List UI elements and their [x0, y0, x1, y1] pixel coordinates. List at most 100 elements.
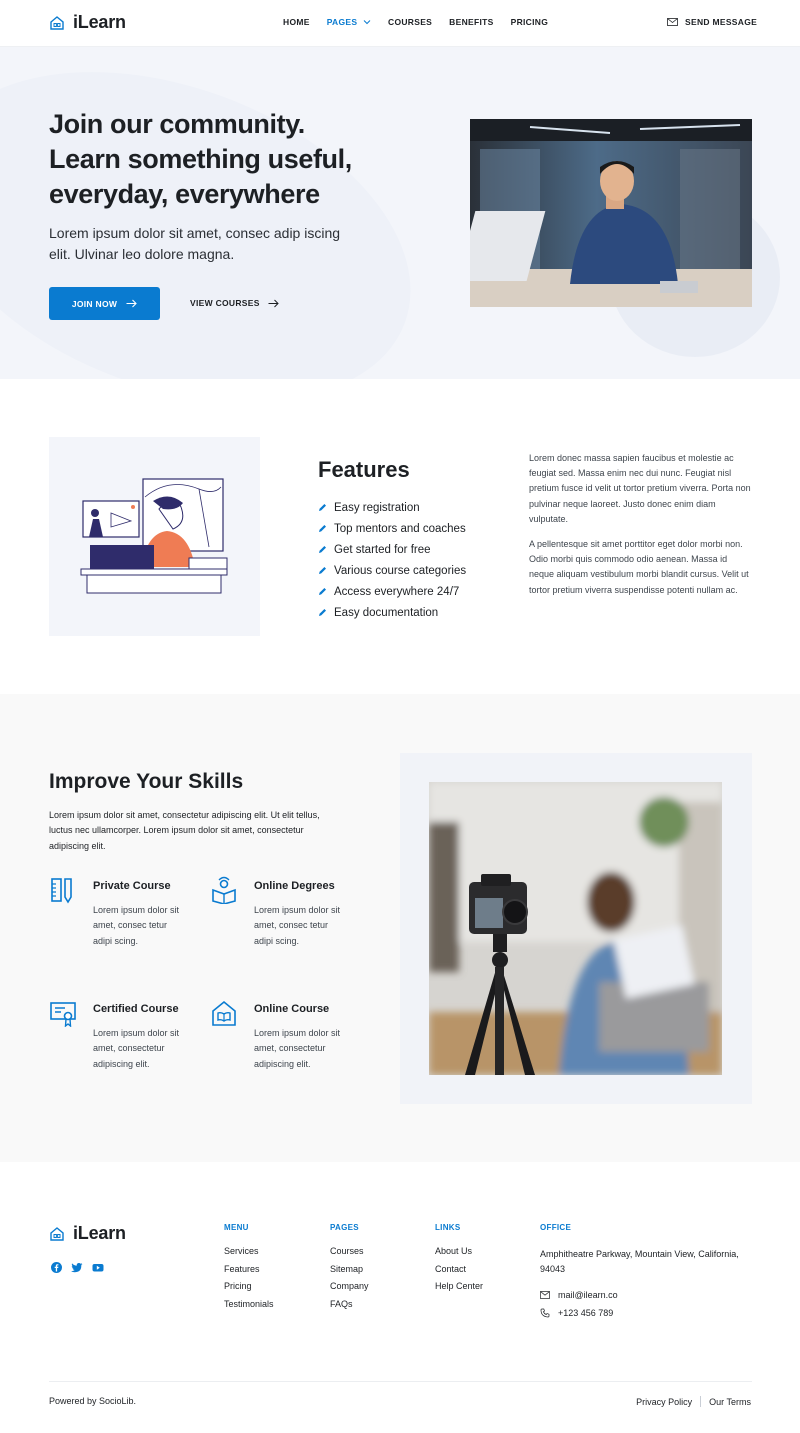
footer-link[interactable]: Testimonials: [224, 1299, 274, 1317]
footer-link[interactable]: Sitemap: [330, 1264, 369, 1282]
twitter-icon[interactable]: [71, 1262, 83, 1273]
feature-item: Various course categories: [318, 560, 466, 581]
feature-item-label: Various course categories: [334, 564, 467, 577]
pencil-icon: [319, 609, 326, 616]
view-courses-label: VIEW COURSES: [190, 298, 260, 308]
youtube-icon[interactable]: [92, 1262, 104, 1273]
hero-title-line: Learn something useful,: [49, 144, 352, 174]
legal-separator: [700, 1396, 702, 1407]
feature-item-label: Top mentors and coaches: [334, 522, 466, 535]
features-illustration: [49, 437, 260, 636]
online-learning-illustration: [80, 478, 228, 594]
footer-link[interactable]: FAQs: [330, 1299, 369, 1317]
footer-divider: [49, 1381, 752, 1382]
footer-logo[interactable]: iLearn: [49, 1223, 126, 1244]
send-message-label: SEND MESSAGE: [685, 17, 758, 27]
view-courses-link[interactable]: VIEW COURSES: [190, 298, 279, 308]
skill-desc: Lorem ipsum dolor sit amet, consectetur …: [93, 1028, 180, 1069]
footer-column-heading: LINKS: [435, 1223, 461, 1232]
nav-benefits[interactable]: BENEFITS: [449, 17, 493, 27]
top-navbar: iLearn HOME PAGES COURSES BENEFITS PRICI…: [0, 0, 800, 47]
arrow-right-icon: [126, 299, 137, 308]
feature-item-label: Easy registration: [334, 501, 420, 514]
hero-photo: [470, 119, 752, 307]
pencil-icon: [319, 546, 326, 553]
join-now-button[interactable]: JOIN NOW: [49, 287, 160, 320]
hero-title-line: everyday, everywhere: [49, 179, 320, 209]
footer-menu-column: MENU Services Features Pricing Testimoni…: [224, 1223, 274, 1317]
house-book-logo-icon: [50, 15, 64, 30]
footer-links-column: LINKS About Us Contact Help Center: [435, 1223, 483, 1299]
features-paragraph: Lorem donec massa sapien faucibus et mol…: [529, 453, 751, 524]
legal-links: Privacy Policy Our Terms: [636, 1396, 751, 1407]
pencil-icon: [319, 588, 326, 595]
certificate-icon: [50, 1002, 76, 1027]
office-address: Amphitheatre Parkway, Mountain View, Cal…: [540, 1249, 739, 1275]
office-email[interactable]: mail@ilearn.co: [540, 1290, 618, 1300]
footer-link[interactable]: Features: [224, 1264, 274, 1282]
footer-column-heading: OFFICE: [540, 1223, 572, 1232]
office-phone-text: +123 456 789: [558, 1308, 614, 1318]
feature-item-label: Easy documentation: [334, 606, 439, 619]
skill-title: Private Course: [93, 880, 171, 892]
footer-link[interactable]: Services: [224, 1246, 274, 1264]
ruler-pencil-icon: [51, 878, 72, 904]
nav-pages-label: PAGES: [326, 17, 358, 27]
house-book-logo-icon: [50, 1226, 64, 1241]
skills-image-frame: [400, 753, 752, 1104]
hero-subtitle: Lorem ipsum dolor sit amet, consec adip …: [49, 225, 341, 262]
skills-subtitle: Lorem ipsum dolor sit amet, consectetur …: [49, 810, 320, 851]
terms-link[interactable]: Our Terms: [709, 1397, 751, 1407]
facebook-icon[interactable]: [51, 1262, 62, 1273]
skill-title: Online Degrees: [254, 880, 335, 892]
camera-tripod-image: [429, 782, 722, 1075]
reading-person-icon: [212, 876, 236, 904]
footer-link[interactable]: Courses: [330, 1246, 369, 1264]
hero-title: Join our community. Learn something usef…: [49, 107, 409, 212]
footer-pages-column: PAGES Courses Sitemap Company FAQs: [330, 1223, 369, 1317]
skill-title: Certified Course: [93, 1003, 179, 1015]
envelope-icon: [540, 1291, 550, 1299]
skill-desc: Lorem ipsum dolor sit amet, consec tetur…: [93, 905, 180, 946]
arrow-right-icon: [268, 299, 279, 307]
nav-home[interactable]: HOME: [283, 17, 310, 27]
skills-section: Improve Your Skills Lorem ipsum dolor si…: [0, 694, 800, 1162]
pencil-icon: [319, 525, 326, 532]
features-list: Easy registration Top mentors and coache…: [318, 497, 466, 623]
nav-courses[interactable]: COURSES: [388, 17, 432, 27]
feature-item: Easy documentation: [318, 602, 466, 623]
powered-by: Powered by SocioLib.: [49, 1396, 137, 1406]
phone-icon: [540, 1308, 550, 1318]
pencil-icon: [319, 504, 326, 511]
footer-link[interactable]: Company: [330, 1281, 369, 1299]
nav-links: HOME PAGES COURSES BENEFITS PRICING: [283, 17, 548, 27]
brand-name: iLearn: [73, 12, 126, 32]
footer-link[interactable]: About Us: [435, 1246, 483, 1264]
footer-column-heading: MENU: [224, 1223, 249, 1232]
feature-item: Access everywhere 24/7: [318, 581, 466, 602]
brand-logo[interactable]: iLearn: [49, 12, 126, 33]
footer-office-column: OFFICE Amphitheatre Parkway, Mountain Vi…: [540, 1223, 750, 1318]
nav-pages[interactable]: PAGES: [327, 17, 371, 27]
skill-title: Online Course: [254, 1003, 330, 1015]
nav-pricing[interactable]: PRICING: [511, 17, 549, 27]
send-message-button[interactable]: SEND MESSAGE: [667, 17, 757, 27]
pencil-icon: [319, 567, 326, 574]
skill-desc: Lorem ipsum dolor sit amet, consec tetur…: [254, 905, 341, 946]
features-title: Features: [318, 457, 410, 482]
office-phone[interactable]: +123 456 789: [540, 1308, 613, 1318]
feature-item: Easy registration: [318, 497, 466, 518]
footer-link[interactable]: Contact: [435, 1264, 483, 1282]
house-book-icon: [212, 1000, 236, 1026]
skill-desc: Lorem ipsum dolor sit amet, consectetur …: [254, 1028, 341, 1069]
privacy-policy-link[interactable]: Privacy Policy: [636, 1397, 692, 1407]
footer-link[interactable]: Help Center: [435, 1281, 483, 1299]
office-email-text: mail@ilearn.co: [558, 1290, 618, 1300]
skills-photo: [429, 782, 722, 1075]
feature-item: Top mentors and coaches: [318, 518, 466, 539]
feature-item-label: Access everywhere 24/7: [334, 585, 460, 598]
footer-link[interactable]: Pricing: [224, 1281, 274, 1299]
chevron-down-icon: [363, 20, 371, 25]
footer-column-heading: PAGES: [330, 1223, 359, 1232]
feature-item: Get started for free: [318, 539, 466, 560]
